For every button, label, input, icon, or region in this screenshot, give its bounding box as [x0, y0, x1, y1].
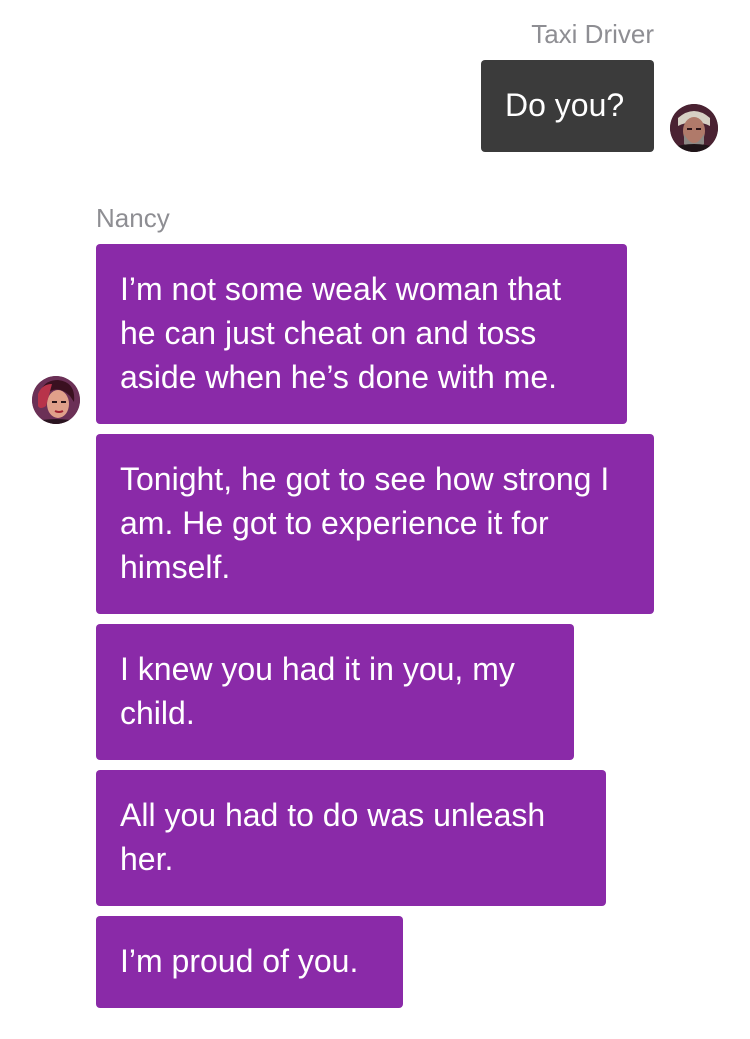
- message-bubble-incoming[interactable]: I knew you had it in you, my child.: [96, 624, 574, 760]
- sender-name-nancy: Nancy: [96, 203, 170, 233]
- taxi-driver-portrait-icon: [670, 104, 718, 152]
- nancy-avatar[interactable]: [32, 376, 80, 424]
- message-bubble-incoming[interactable]: All you had to do was unleash her.: [96, 770, 606, 906]
- message-bubble-incoming[interactable]: I’m not some weak woman that he can just…: [96, 244, 627, 424]
- message-bubble-incoming[interactable]: I’m proud of you.: [96, 916, 403, 1008]
- taxi-driver-avatar[interactable]: [670, 104, 718, 152]
- message-bubble-outgoing[interactable]: Do you?: [481, 60, 654, 152]
- message-bubble-incoming[interactable]: Tonight, he got to see how strong I am. …: [96, 434, 654, 614]
- sender-name-taxi-driver: Taxi Driver: [531, 19, 654, 49]
- nancy-portrait-icon: [32, 376, 80, 424]
